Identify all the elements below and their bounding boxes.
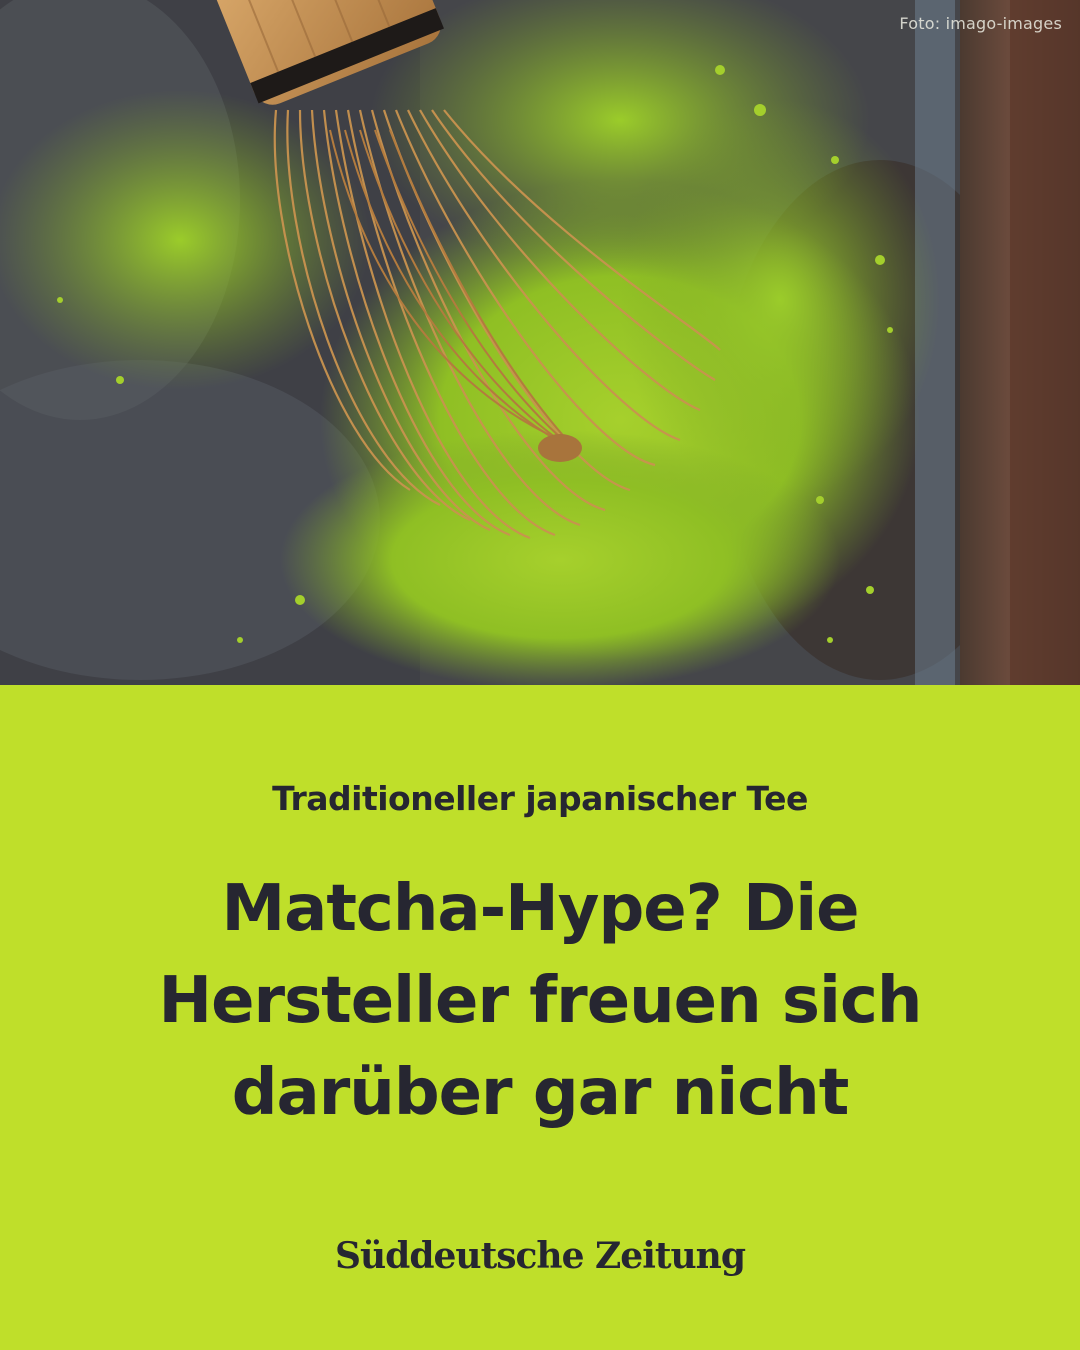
article-kicker: Traditioneller japanischer Tee	[272, 779, 808, 818]
headline-panel: Traditioneller japanischer Tee Matcha-Hy…	[0, 685, 1080, 1350]
hero-photo: Foto: imago-images	[0, 0, 1080, 685]
matcha-whisk-image	[0, 0, 1080, 685]
photo-credit: Foto: imago-images	[899, 14, 1062, 33]
article-headline[interactable]: Matcha-Hype? Die Hersteller freuen sich …	[90, 863, 990, 1139]
brand-logo: Süddeutsche Zeitung	[334, 1235, 746, 1277]
